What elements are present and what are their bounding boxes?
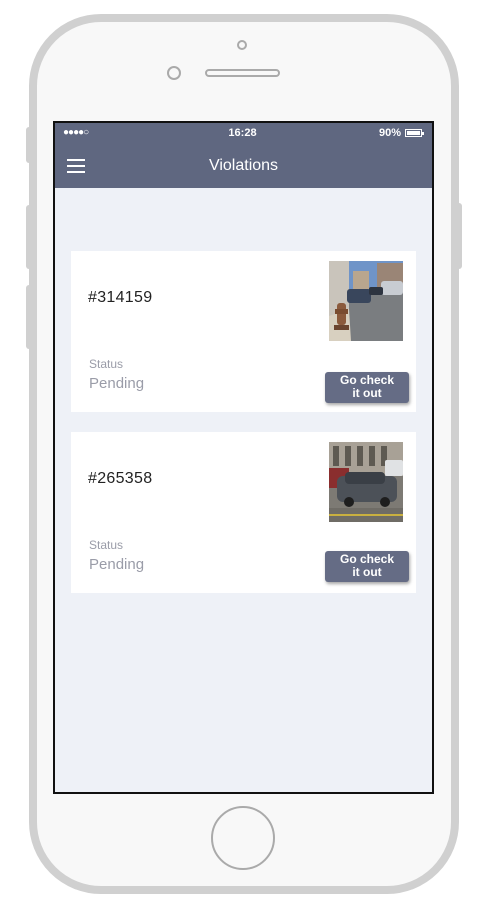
violation-card: #314159 Status Pending Go check it out: [71, 251, 416, 412]
volume-up-button: [26, 205, 32, 269]
screen: ●●●●○ 16:28 90% Violations #314159 Statu…: [53, 121, 434, 794]
go-check-button[interactable]: Go check it out: [325, 551, 409, 582]
home-button[interactable]: [211, 806, 275, 870]
earpiece-speaker: [205, 69, 280, 77]
battery-percent: 90%: [378, 127, 401, 139]
power-button: [456, 203, 462, 269]
front-camera: [167, 66, 181, 80]
status-value: Pending: [89, 375, 145, 392]
status-label: Status: [89, 538, 124, 552]
violation-photo[interactable]: [329, 442, 403, 522]
status-value: Pending: [89, 556, 145, 573]
violation-photo[interactable]: [329, 261, 403, 341]
violation-id: #265358: [88, 470, 153, 487]
app-header: ●●●●○ 16:28 90% Violations: [55, 123, 432, 188]
page-title: Violations: [208, 157, 279, 174]
violation-card: #265358 Status Pending Go check it out: [71, 432, 416, 593]
proximity-sensor: [237, 40, 247, 50]
battery-icon: [405, 129, 424, 137]
mute-switch: [26, 127, 32, 163]
battery-indicator: 90%: [378, 127, 424, 139]
nav-bar: Violations: [55, 153, 432, 181]
go-check-button[interactable]: Go check it out: [325, 372, 409, 403]
status-bar: ●●●●○ 16:28 90%: [63, 127, 424, 141]
violation-id: #314159: [88, 289, 153, 306]
volume-down-button: [26, 285, 32, 349]
status-time: 16:28: [228, 127, 257, 139]
status-label: Status: [89, 357, 124, 371]
go-check-button-line2: it out: [352, 386, 382, 400]
go-check-button-line2: it out: [352, 565, 382, 579]
